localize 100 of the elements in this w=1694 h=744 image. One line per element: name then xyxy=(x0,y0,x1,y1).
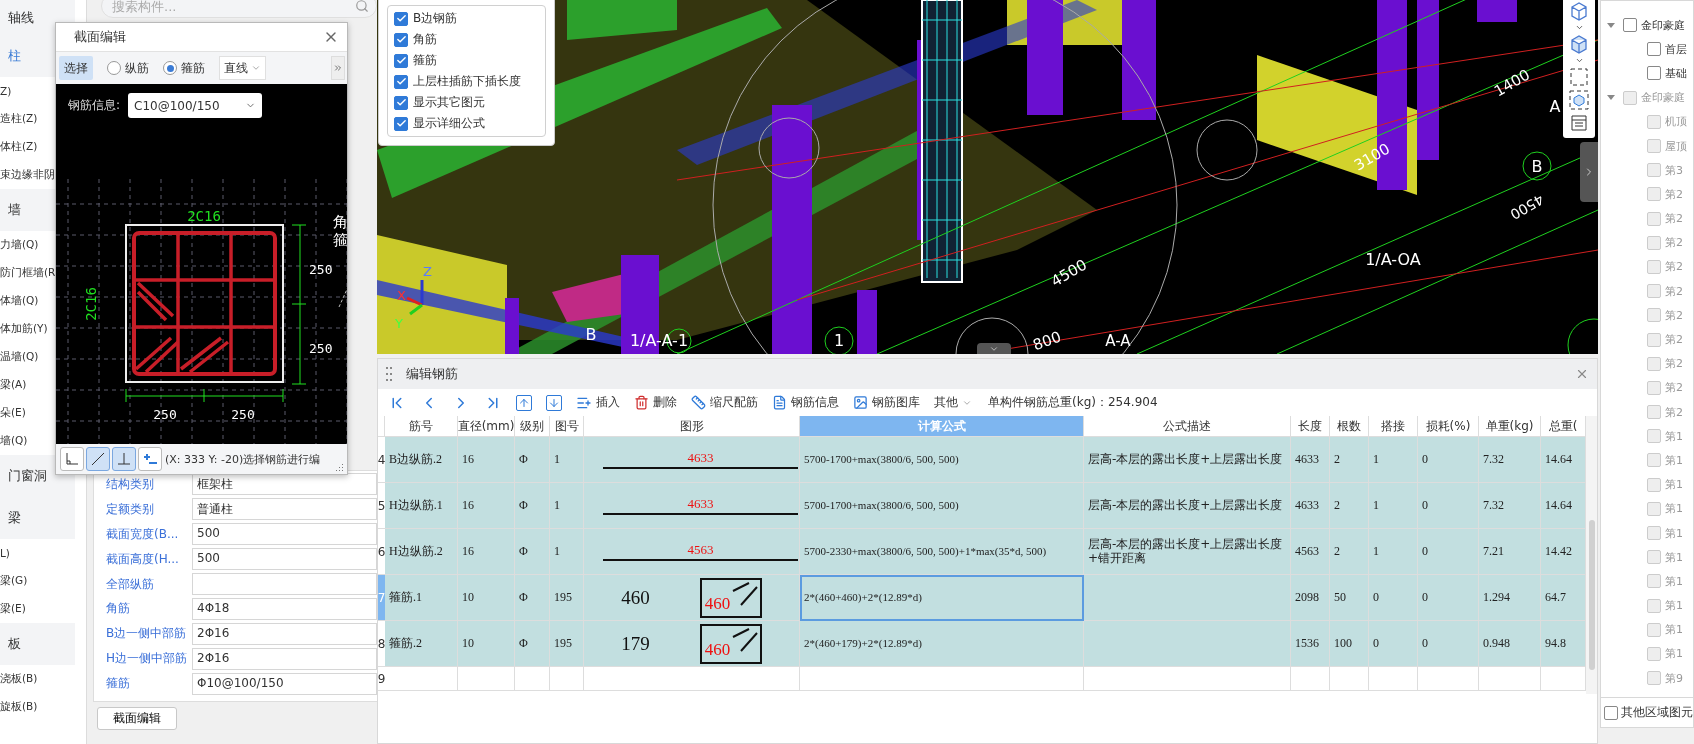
floor-label: 首层 xyxy=(1665,41,1687,57)
property-value[interactable]: 500 xyxy=(192,523,377,546)
category-header[interactable]: 板 xyxy=(0,623,75,665)
column-header[interactable]: 直径(mm) xyxy=(458,416,515,437)
property-value[interactable]: Φ10@100/150 xyxy=(192,672,377,695)
line-type-dropdown[interactable]: 直线 xyxy=(219,56,266,80)
scrollbar-thumb[interactable] xyxy=(1589,520,1595,670)
category-header[interactable]: 梁 xyxy=(0,497,75,539)
arrow-down-icon xyxy=(546,394,562,411)
toolbar-button[interactable]: 钢筋信息 xyxy=(770,391,841,414)
view-tool-button[interactable] xyxy=(1568,0,1590,22)
checkbox[interactable] xyxy=(1647,42,1661,57)
panel-toggle-handle[interactable] xyxy=(1580,142,1598,202)
view-tool-button[interactable] xyxy=(1568,112,1590,134)
column-header[interactable]: 图号 xyxy=(550,416,584,437)
formula-cell[interactable]: 2*(460+179)+2*(12.89*d) xyxy=(800,621,1084,667)
table-cell: 1 xyxy=(550,437,584,483)
checkbox[interactable] xyxy=(394,95,408,110)
view-tool-button[interactable] xyxy=(1568,89,1590,111)
radio-button[interactable] xyxy=(163,61,177,75)
table-cell: 1536 xyxy=(1291,621,1330,667)
table-cell: 2 xyxy=(1330,529,1369,575)
property-value[interactable]: 4Φ18 xyxy=(192,597,377,620)
section-edit-button[interactable]: 截面编辑 xyxy=(97,707,177,730)
sidebar-item[interactable]: 旋板(B) xyxy=(0,693,86,721)
floor-label: 第2 xyxy=(1665,211,1683,227)
search-field[interactable]: 搜索构件... xyxy=(101,0,377,18)
sidebar-item[interactable]: 梁(G) xyxy=(0,567,86,595)
formula-cell[interactable]: 5700-2330+max(3800/6, 500, 500)+1*max(35*d, 500) xyxy=(800,529,1084,575)
toolbar-button[interactable]: 插入 xyxy=(574,391,622,414)
formula-cell[interactable]: 5700-1700+max(3800/6, 500, 500) xyxy=(800,483,1084,529)
table-cell: 0.948 xyxy=(1479,621,1541,667)
floor-label: 第1 xyxy=(1665,598,1683,614)
formula-cell[interactable]: 5700-1700+max(3800/6, 500, 500) xyxy=(800,437,1084,483)
checkbox[interactable] xyxy=(394,11,408,26)
more-dropdown[interactable]: 其他 xyxy=(932,391,974,414)
formula-cell[interactable]: 2*(460+460)+2*(12.89*d) xyxy=(800,575,1084,621)
close-icon[interactable] xyxy=(1575,367,1589,381)
grid-label: B xyxy=(1531,157,1543,176)
collapse-tab[interactable] xyxy=(977,343,1011,354)
table-cell: 94.8 xyxy=(1541,621,1586,667)
column-header[interactable]: 单重(kg) xyxy=(1479,416,1541,437)
drawing-tool-button[interactable] xyxy=(112,447,136,471)
checkbox[interactable] xyxy=(394,116,408,131)
column-header[interactable]: 图形 xyxy=(584,416,800,437)
property-label: 截面宽度(B... xyxy=(106,525,180,543)
caret-icon xyxy=(1574,23,1584,32)
rebar-label: 2C16 xyxy=(187,208,221,224)
drawing-tool-button[interactable] xyxy=(86,447,110,471)
toolbar-button[interactable]: 删除 xyxy=(632,391,679,414)
panel-title: 编辑钢筋 xyxy=(406,365,459,383)
table-cell xyxy=(458,667,515,691)
drawing-tool-button[interactable] xyxy=(138,447,162,471)
dashed-frame-icon xyxy=(1569,67,1589,87)
toolbar-button[interactable]: 钢筋图库 xyxy=(851,391,922,414)
column-header[interactable]: 级别 xyxy=(515,416,550,437)
checkbox[interactable] xyxy=(394,32,408,47)
table-cell: 7.32 xyxy=(1479,437,1541,483)
property-value[interactable]: 500 xyxy=(192,548,377,571)
radio-label: 箍筋 xyxy=(181,59,205,77)
table-cell xyxy=(1418,667,1479,691)
column-header[interactable]: 公式描述 xyxy=(1084,416,1291,437)
column-header[interactable]: 根数 xyxy=(1330,416,1369,437)
checkbox[interactable] xyxy=(1623,18,1637,33)
select-button[interactable]: 选择 xyxy=(59,56,93,80)
table-cell xyxy=(1479,667,1541,691)
drawing-tool-button[interactable] xyxy=(60,447,84,471)
toolbar-button[interactable]: 缩尺配筋 xyxy=(689,391,760,414)
grid-label: B xyxy=(585,325,597,344)
table-cell: 16 xyxy=(458,437,515,483)
checkbox[interactable] xyxy=(394,74,408,89)
ruler-icon xyxy=(691,395,706,410)
sidebar-item[interactable]: 浇板(B) xyxy=(0,665,86,693)
checkbox[interactable] xyxy=(1604,705,1618,720)
column-header[interactable]: 搭接 xyxy=(1369,416,1418,437)
property-value[interactable]: 普通柱 xyxy=(192,498,377,521)
formula-cell[interactable] xyxy=(800,667,1084,691)
option-label: 其他区域图元 xyxy=(1621,704,1693,721)
shape-dimension: 460 xyxy=(621,586,650,609)
radio-button[interactable] xyxy=(107,61,121,75)
column-header[interactable]: 损耗(%) xyxy=(1418,416,1479,437)
property-value[interactable]: 2Φ16 xyxy=(192,622,377,645)
property-value[interactable]: 2Φ16 xyxy=(192,647,377,670)
checkbox[interactable] xyxy=(394,53,408,68)
property-value[interactable] xyxy=(192,573,377,595)
option-label: B边钢筋 xyxy=(413,10,458,27)
view-tool-button[interactable] xyxy=(1568,66,1590,88)
column-header[interactable]: 长度 xyxy=(1291,416,1330,437)
table-cell: 0 xyxy=(1418,575,1479,621)
more-button[interactable] xyxy=(331,56,345,80)
sidebar-item[interactable]: L) xyxy=(0,539,86,567)
column-header[interactable]: 总重( xyxy=(1541,416,1586,437)
table-cell: 14.64 xyxy=(1541,437,1586,483)
rebar-info-select[interactable]: C10@100/150 xyxy=(128,93,263,118)
column-header[interactable]: 筋号 xyxy=(385,416,458,437)
checkbox[interactable] xyxy=(1647,66,1661,81)
sidebar-item[interactable]: 梁(E) xyxy=(0,595,86,623)
view-tool-button[interactable] xyxy=(1568,33,1590,55)
rebar-shape-line: 4633 xyxy=(603,450,798,469)
caret-icon[interactable] xyxy=(1607,22,1615,28)
